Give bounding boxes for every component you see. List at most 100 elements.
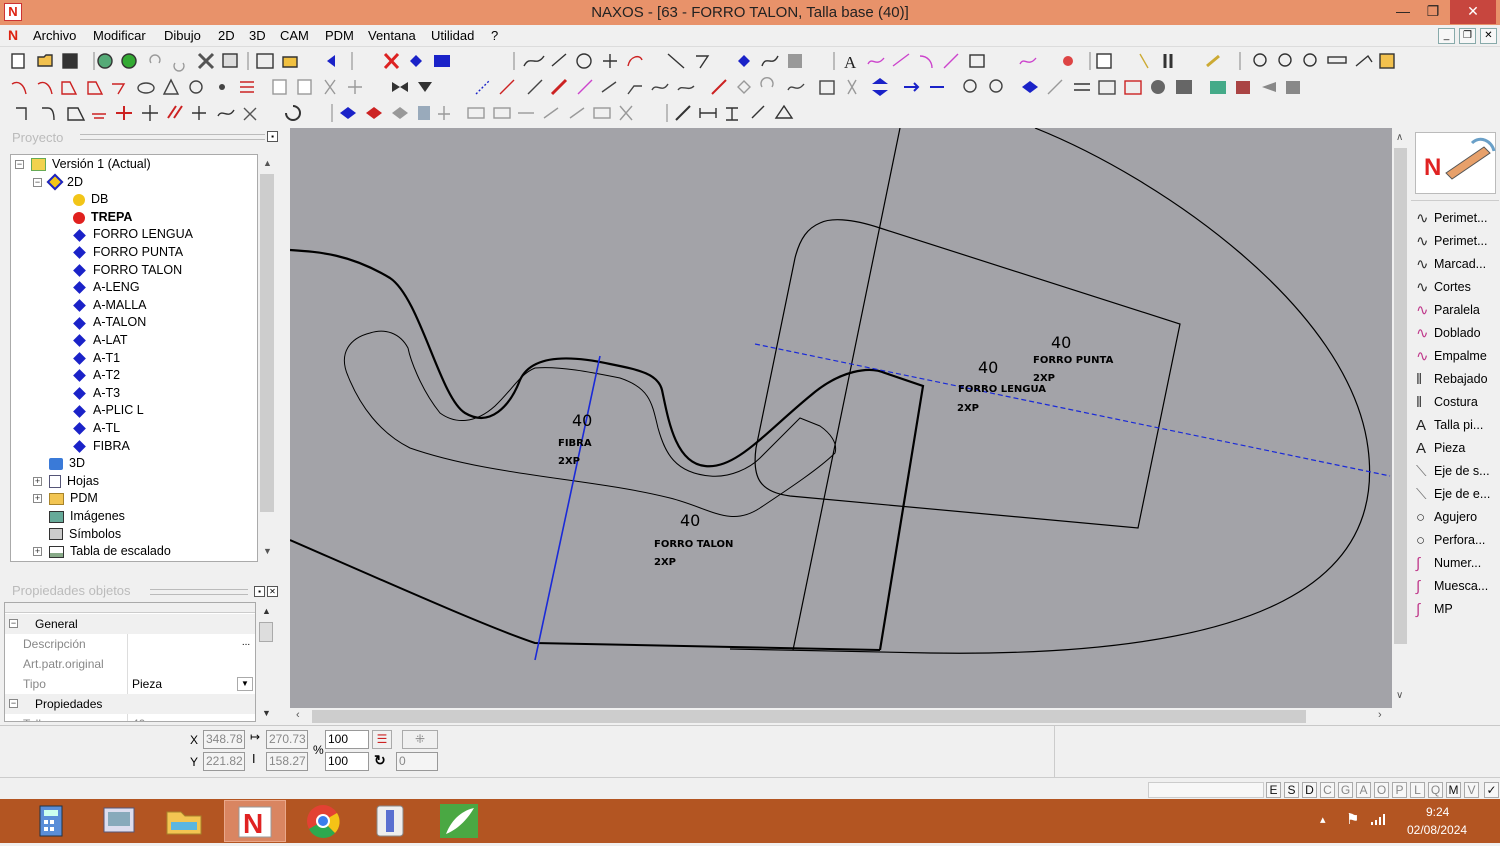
tool-item[interactable]: ∿ Cortes [1416,277,1471,298]
mode-toggle-m[interactable]: M [1446,782,1461,798]
canvas-hscroll-thumb[interactable] [312,710,1306,723]
tree-item[interactable]: Tabla de escalado [49,543,171,560]
tool-item[interactable]: ∫ MP [1416,599,1453,620]
tool-item[interactable]: ○ Perfora... [1416,530,1485,551]
tool-item[interactable]: ∿ Marcad... [1416,254,1486,275]
chrome-app-button[interactable] [292,800,354,842]
maximize-button[interactable]: ❐ [1418,0,1448,24]
tool-item[interactable]: ∫ Numer... [1416,553,1481,574]
width-field[interactable]: 270.73 [266,730,308,749]
tray-time[interactable]: 9:24 [1426,805,1449,819]
props-scrollbar[interactable]: ▲ ▼ [258,604,274,722]
close-button[interactable]: ✕ [1450,0,1496,24]
canvas-scroll-up[interactable]: ∧ [1396,132,1403,143]
tree-scroll-down[interactable]: ▼ [263,546,272,556]
tree-expander-icon[interactable]: + [33,547,42,557]
drawing-canvas[interactable]: 40 FIBRA 2XP 40 FORRO TALON 2XP 40 FORRO… [290,128,1392,708]
explorer-app-button[interactable] [88,800,150,842]
tree-item[interactable]: A-PLIC L [73,402,144,419]
tree-expander-icon[interactable]: − [33,177,42,187]
tool-item[interactable]: ⟍ Eje de s... [1416,461,1490,482]
tree-item[interactable]: TREPA [73,209,132,226]
menu-utilidad[interactable]: Utilidad [431,28,474,43]
document-icon[interactable]: N [8,27,24,43]
props-scroll-down[interactable]: ▼ [262,708,271,718]
y-coordinate-field[interactable]: 221.82 [203,752,245,771]
tree-item[interactable]: A-LAT [73,332,128,349]
menu-archivo[interactable]: Archivo [33,28,76,43]
tree-item[interactable]: A-TL [73,420,120,437]
files-app-button[interactable] [153,800,215,842]
props-dock-button[interactable]: ▪ [254,586,265,597]
media-app-button[interactable] [359,800,421,842]
canvas-vertical-scrollbar[interactable]: ∧ ∨ [1392,128,1409,708]
canvas-scroll-right[interactable]: › [1378,709,1382,721]
tree-item[interactable]: Versión 1 (Actual) [31,156,151,173]
tray-network-icon[interactable] [1370,812,1388,826]
mode-toggle-e[interactable]: E [1266,782,1281,798]
tool-item[interactable]: ∿ Perimet... [1416,208,1488,229]
mdi-restore-button[interactable]: ❐ [1459,28,1476,44]
menu-ventana[interactable]: Ventana [368,28,416,43]
tool-item[interactable]: ○ Agujero [1416,507,1477,528]
project-tree[interactable]: Versión 1 (Actual) −2D − DB TREPA FORRO LENGU… [10,154,258,562]
tree-item[interactable]: FORRO PUNTA [73,244,183,261]
tool-item[interactable]: ∫ Muesca... [1416,576,1488,597]
toolbar-row-1-icons[interactable]: A [0,48,1500,74]
props-scroll-thumb[interactable] [259,622,273,642]
tree-scroll-thumb[interactable] [260,174,274,512]
mode-toggle-s[interactable]: S [1284,782,1299,798]
scale-y-field[interactable]: 100 [325,752,369,771]
leaf-app-button[interactable] [428,800,490,842]
props-section-properties[interactable]: − Propiedades [5,694,255,714]
tray-date[interactable]: 02/08/2024 [1407,823,1467,837]
tree-scroll-up[interactable]: ▲ [263,158,272,168]
props-row-original[interactable]: Art.patr.original [5,654,255,674]
mode-toggle-o[interactable]: O [1374,782,1389,798]
tool-item[interactable]: A Talla pi... [1416,415,1483,436]
tree-item[interactable]: DB [73,191,108,208]
tree-item[interactable]: A-MALLA [73,297,147,314]
props-close-button[interactable]: ✕ [267,586,278,597]
tool-item[interactable]: ⟍ Eje de e... [1416,484,1490,505]
tree-item[interactable]: FORRO TALON [73,262,182,279]
align-icon[interactable]: ☰ [372,730,392,749]
canvas-vscroll-thumb[interactable] [1394,148,1407,644]
props-value-size[interactable]: 40 [127,714,255,721]
tray-expand-icon[interactable]: ▴ [1320,813,1326,826]
canvas-scroll-down[interactable]: ∨ [1396,690,1403,701]
tool-item[interactable]: ∿ Doblado [1416,323,1481,344]
tree-item[interactable]: A-T1 [73,350,120,367]
tree-item[interactable]: Imágenes [49,508,125,525]
height-field[interactable]: 158.27 [266,752,308,771]
pattern-drawing[interactable]: 40 FIBRA 2XP 40 FORRO TALON 2XP 40 FORRO… [290,128,1392,708]
tool-item[interactable]: ∿ Paralela [1416,300,1480,321]
toolbar-row-2-icons[interactable] [0,74,1500,100]
canvas-horizontal-scrollbar[interactable]: ‹ › [290,708,1392,725]
tree-item[interactable]: Símbolos [49,526,121,543]
tool-item[interactable]: ∿ Perimet... [1416,231,1488,252]
tree-item[interactable]: Hojas [49,473,99,490]
mode-toggle-d[interactable]: D [1302,782,1317,798]
mode-close-icon[interactable]: ✓ [1484,782,1499,798]
mode-toggle-v[interactable]: V [1464,782,1479,798]
panel-grip[interactable] [80,134,265,140]
tool-item[interactable]: ∿ Empalme [1416,346,1487,367]
tree-item[interactable]: A-TALON [73,314,146,331]
tree-expander-icon[interactable]: − [15,160,24,169]
menu-modificar[interactable]: Modificar [93,28,146,43]
props-scroll-up[interactable]: ▲ [262,606,271,616]
mode-toggle-g[interactable]: G [1338,782,1353,798]
menu-cam[interactable]: CAM [280,28,309,43]
scale-x-field[interactable]: 100 [325,730,369,749]
tree-item[interactable]: FORRO LENGUA [73,226,193,243]
props-general-collapse-icon[interactable]: − [9,619,18,628]
menu-pdm[interactable]: PDM [325,28,354,43]
naxos-app-button[interactable]: N [224,800,286,842]
menu-help[interactable]: ? [491,28,498,43]
tree-item[interactable]: 3D [49,455,85,472]
props-section-general[interactable]: − General [5,614,255,634]
tool-item[interactable]: A Pieza [1416,438,1465,459]
panel-dock-button[interactable]: ▪ [267,131,278,142]
menu-3d[interactable]: 3D [249,28,266,43]
